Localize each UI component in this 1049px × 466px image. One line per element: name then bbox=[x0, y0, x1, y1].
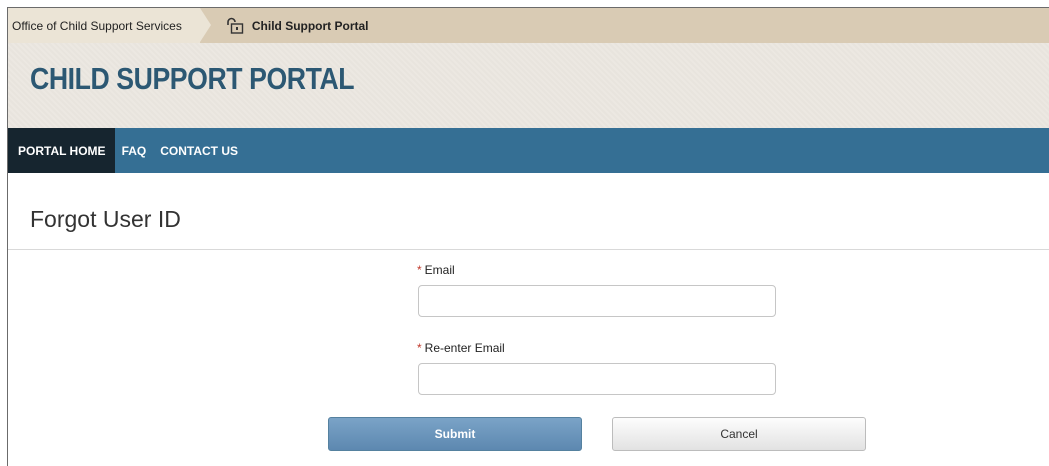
breadcrumb-current-label: Child Support Portal bbox=[251, 18, 369, 33]
divider bbox=[8, 249, 1049, 250]
breadcrumb-current[interactable]: Child Support Portal bbox=[200, 8, 369, 43]
unlock-icon bbox=[227, 17, 244, 34]
page-title: Forgot User ID bbox=[30, 206, 181, 232]
email-label-text: Email bbox=[424, 263, 455, 277]
required-marker: * bbox=[417, 263, 422, 277]
email-field[interactable] bbox=[418, 285, 776, 317]
required-marker: * bbox=[417, 341, 422, 355]
email-label: * Email bbox=[417, 263, 455, 277]
nav-faq[interactable]: FAQ bbox=[115, 128, 154, 173]
confirm-email-label-text: Re-enter Email bbox=[424, 341, 505, 355]
breadcrumb: Office of Child Support Services Child S… bbox=[8, 8, 1049, 43]
confirm-email-label: * Re-enter Email bbox=[417, 341, 505, 355]
submit-button[interactable]: Submit bbox=[328, 417, 582, 451]
site-header: CHILD SUPPORT PORTAL bbox=[8, 43, 1049, 128]
confirm-email-field[interactable] bbox=[418, 363, 776, 395]
nav-contact-us[interactable]: CONTACT US bbox=[153, 128, 245, 173]
main-nav: PORTAL HOME FAQ CONTACT US bbox=[8, 128, 1049, 173]
breadcrumb-parent-link[interactable]: Office of Child Support Services bbox=[8, 8, 211, 43]
cancel-button[interactable]: Cancel bbox=[612, 417, 866, 451]
site-title[interactable]: CHILD SUPPORT PORTAL bbox=[30, 61, 355, 97]
nav-portal-home[interactable]: PORTAL HOME bbox=[8, 128, 115, 173]
browser-viewport: Office of Child Support Services Child S… bbox=[7, 7, 1049, 466]
